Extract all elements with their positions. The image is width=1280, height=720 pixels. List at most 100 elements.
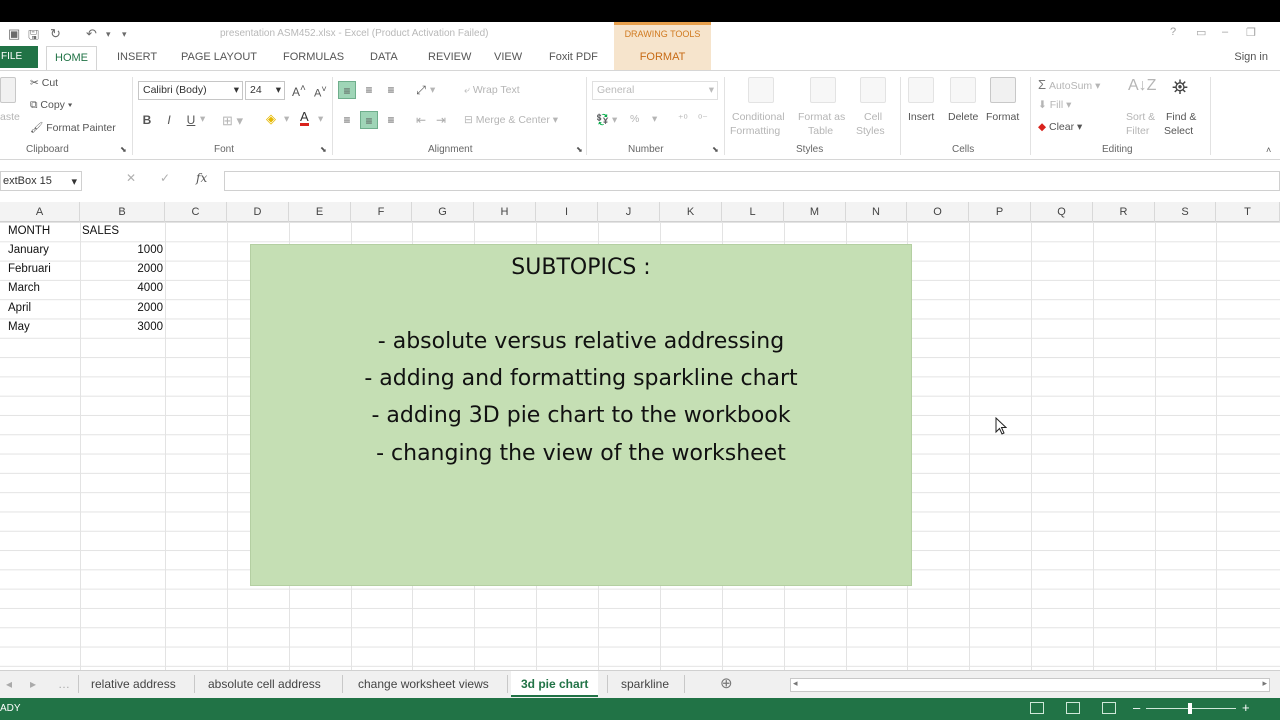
- cell-sales[interactable]: 2000: [103, 302, 163, 314]
- customize-qat-icon[interactable]: ▾: [122, 29, 127, 40]
- help-icon[interactable]: ?: [1170, 26, 1176, 38]
- conditional-formatting-icon[interactable]: [748, 77, 774, 103]
- more-sheets-icon[interactable]: …: [58, 677, 70, 691]
- column-header[interactable]: O: [907, 202, 969, 222]
- decrease-indent-icon[interactable]: ⇤: [412, 111, 430, 129]
- cell-styles-icon[interactable]: [860, 77, 886, 103]
- cell-month[interactable]: January: [8, 244, 49, 256]
- merge-center-button[interactable]: ⊟ Merge & Center ▾: [464, 114, 558, 126]
- borders-icon[interactable]: ⊞ ▾: [222, 113, 243, 129]
- column-header[interactable]: A: [0, 202, 80, 222]
- align-left-icon[interactable]: ≡: [338, 111, 356, 129]
- sheet-tab[interactable]: change worksheet views: [358, 677, 489, 691]
- column-header[interactable]: M: [784, 202, 846, 222]
- column-header[interactable]: Q: [1031, 202, 1093, 222]
- sheet-tab[interactable]: sparkline: [621, 677, 669, 691]
- column-header[interactable]: K: [660, 202, 722, 222]
- page-layout-view-icon[interactable]: [1066, 702, 1080, 714]
- font-size-combo[interactable]: 24 ▾: [245, 81, 285, 100]
- sheet-tab-active[interactable]: 3d pie chart: [511, 671, 599, 697]
- orientation-icon[interactable]: ⤢: [412, 81, 430, 99]
- column-header[interactable]: C: [165, 202, 227, 222]
- align-right-icon[interactable]: ≡: [382, 111, 400, 129]
- fill-color-dropdown-icon[interactable]: ▾: [284, 113, 289, 125]
- find-select-label-1[interactable]: Find &: [1166, 111, 1196, 123]
- insert-cells-icon[interactable]: [908, 77, 934, 103]
- percent-style-button[interactable]: %: [630, 113, 639, 125]
- conditional-formatting-label-2[interactable]: Formatting: [730, 125, 780, 137]
- sheet-tab[interactable]: relative address: [91, 677, 176, 691]
- orientation-dropdown-icon[interactable]: ▾: [430, 84, 435, 96]
- excel-icon[interactable]: ▣: [8, 26, 20, 42]
- sort-filter-label-2[interactable]: Filter: [1126, 125, 1149, 137]
- italic-button[interactable]: I: [160, 111, 178, 129]
- add-sheet-icon[interactable]: ⊕: [720, 674, 733, 692]
- next-sheet-icon[interactable]: ▸: [30, 677, 36, 691]
- clipboard-launcher-icon[interactable]: ⬊: [120, 145, 127, 154]
- column-header[interactable]: J: [598, 202, 660, 222]
- undo-dropdown-icon[interactable]: ▾: [106, 29, 111, 40]
- column-header[interactable]: B: [80, 202, 165, 222]
- format-as-table-label-2[interactable]: Table: [808, 125, 833, 137]
- autosum-button[interactable]: Σ AutoSum ▾: [1038, 77, 1100, 92]
- collapse-ribbon-icon[interactable]: ˄: [1266, 145, 1271, 155]
- format-painter-button[interactable]: 🖌 Format Painter: [30, 121, 116, 134]
- paste-label[interactable]: aste: [0, 111, 20, 123]
- decrease-decimal-icon[interactable]: ⁰⁻: [698, 113, 708, 125]
- wrap-text-button[interactable]: ⤶ Wrap Text: [464, 84, 520, 97]
- cell-month[interactable]: March: [8, 282, 40, 294]
- subtopics-textbox[interactable]: SUBTOPICS : - absolute versus relative a…: [250, 244, 912, 586]
- grow-font-icon[interactable]: A˄: [292, 83, 306, 99]
- enter-icon[interactable]: ✓: [160, 171, 170, 185]
- font-launcher-icon[interactable]: ⬊: [320, 145, 327, 154]
- restore-icon[interactable]: ❐: [1246, 26, 1256, 39]
- tab-data[interactable]: DATA: [370, 51, 398, 63]
- sign-in-link[interactable]: Sign in: [1234, 51, 1268, 63]
- cell-month[interactable]: April: [8, 302, 31, 314]
- format-as-table-label-1[interactable]: Format as: [798, 111, 845, 123]
- tab-view[interactable]: VIEW: [494, 51, 522, 63]
- cell-month[interactable]: May: [8, 321, 30, 333]
- formula-input[interactable]: [224, 171, 1280, 191]
- cell-styles-label-1[interactable]: Cell: [864, 111, 882, 123]
- font-color-dropdown-icon[interactable]: ▾: [318, 113, 323, 125]
- underline-dropdown-icon[interactable]: ▾: [200, 113, 205, 125]
- header-month[interactable]: MONTH: [8, 225, 50, 237]
- cut-button[interactable]: ✂ Cut: [30, 77, 58, 89]
- paste-icon[interactable]: [0, 77, 16, 103]
- cell-sales[interactable]: 2000: [103, 263, 163, 275]
- cell-sales[interactable]: 4000: [103, 282, 163, 294]
- sort-filter-icon[interactable]: A↓Z: [1128, 77, 1156, 95]
- shrink-font-icon[interactable]: A˅: [314, 84, 327, 100]
- column-header[interactable]: T: [1216, 202, 1280, 222]
- format-cells-label[interactable]: Format: [986, 111, 1019, 123]
- save-icon[interactable]: 🖫: [28, 26, 39, 48]
- horizontal-scrollbar[interactable]: ◂ ▸: [790, 678, 1270, 692]
- tab-file[interactable]: FILE: [0, 46, 38, 68]
- find-select-label-2[interactable]: Select: [1164, 125, 1193, 137]
- clear-button[interactable]: ◆ Clear ▾: [1038, 121, 1082, 133]
- increase-decimal-icon[interactable]: ⁺⁰: [678, 113, 688, 125]
- tab-page-layout[interactable]: PAGE LAYOUT: [181, 51, 257, 63]
- font-name-combo[interactable]: Calibri (Body) ▾: [138, 81, 243, 100]
- column-header[interactable]: N: [846, 202, 907, 222]
- binoculars-icon[interactable]: ⛯: [1172, 77, 1188, 100]
- comma-style-icon[interactable]: ▾: [652, 113, 657, 125]
- zoom-in-icon[interactable]: +: [1242, 700, 1250, 715]
- number-format-combo[interactable]: General ▾: [592, 81, 718, 100]
- conditional-formatting-label-1[interactable]: Conditional: [732, 111, 785, 123]
- header-sales[interactable]: SALES: [82, 225, 119, 237]
- bold-button[interactable]: B: [138, 111, 156, 129]
- column-header[interactable]: L: [722, 202, 784, 222]
- prev-sheet-icon[interactable]: ◂: [6, 677, 12, 691]
- align-top-icon[interactable]: ≡: [338, 81, 356, 99]
- delete-cells-label[interactable]: Delete: [948, 111, 978, 123]
- fill-color-icon[interactable]: ◈: [266, 111, 276, 127]
- ribbon-display-icon[interactable]: ▭: [1196, 26, 1206, 39]
- cell-month[interactable]: Februari: [8, 263, 51, 275]
- column-header[interactable]: S: [1155, 202, 1216, 222]
- cell-sales[interactable]: 3000: [103, 321, 163, 333]
- insert-function-icon[interactable]: fx: [196, 171, 207, 185]
- format-as-table-icon[interactable]: [810, 77, 836, 103]
- tab-review[interactable]: REVIEW: [428, 51, 471, 63]
